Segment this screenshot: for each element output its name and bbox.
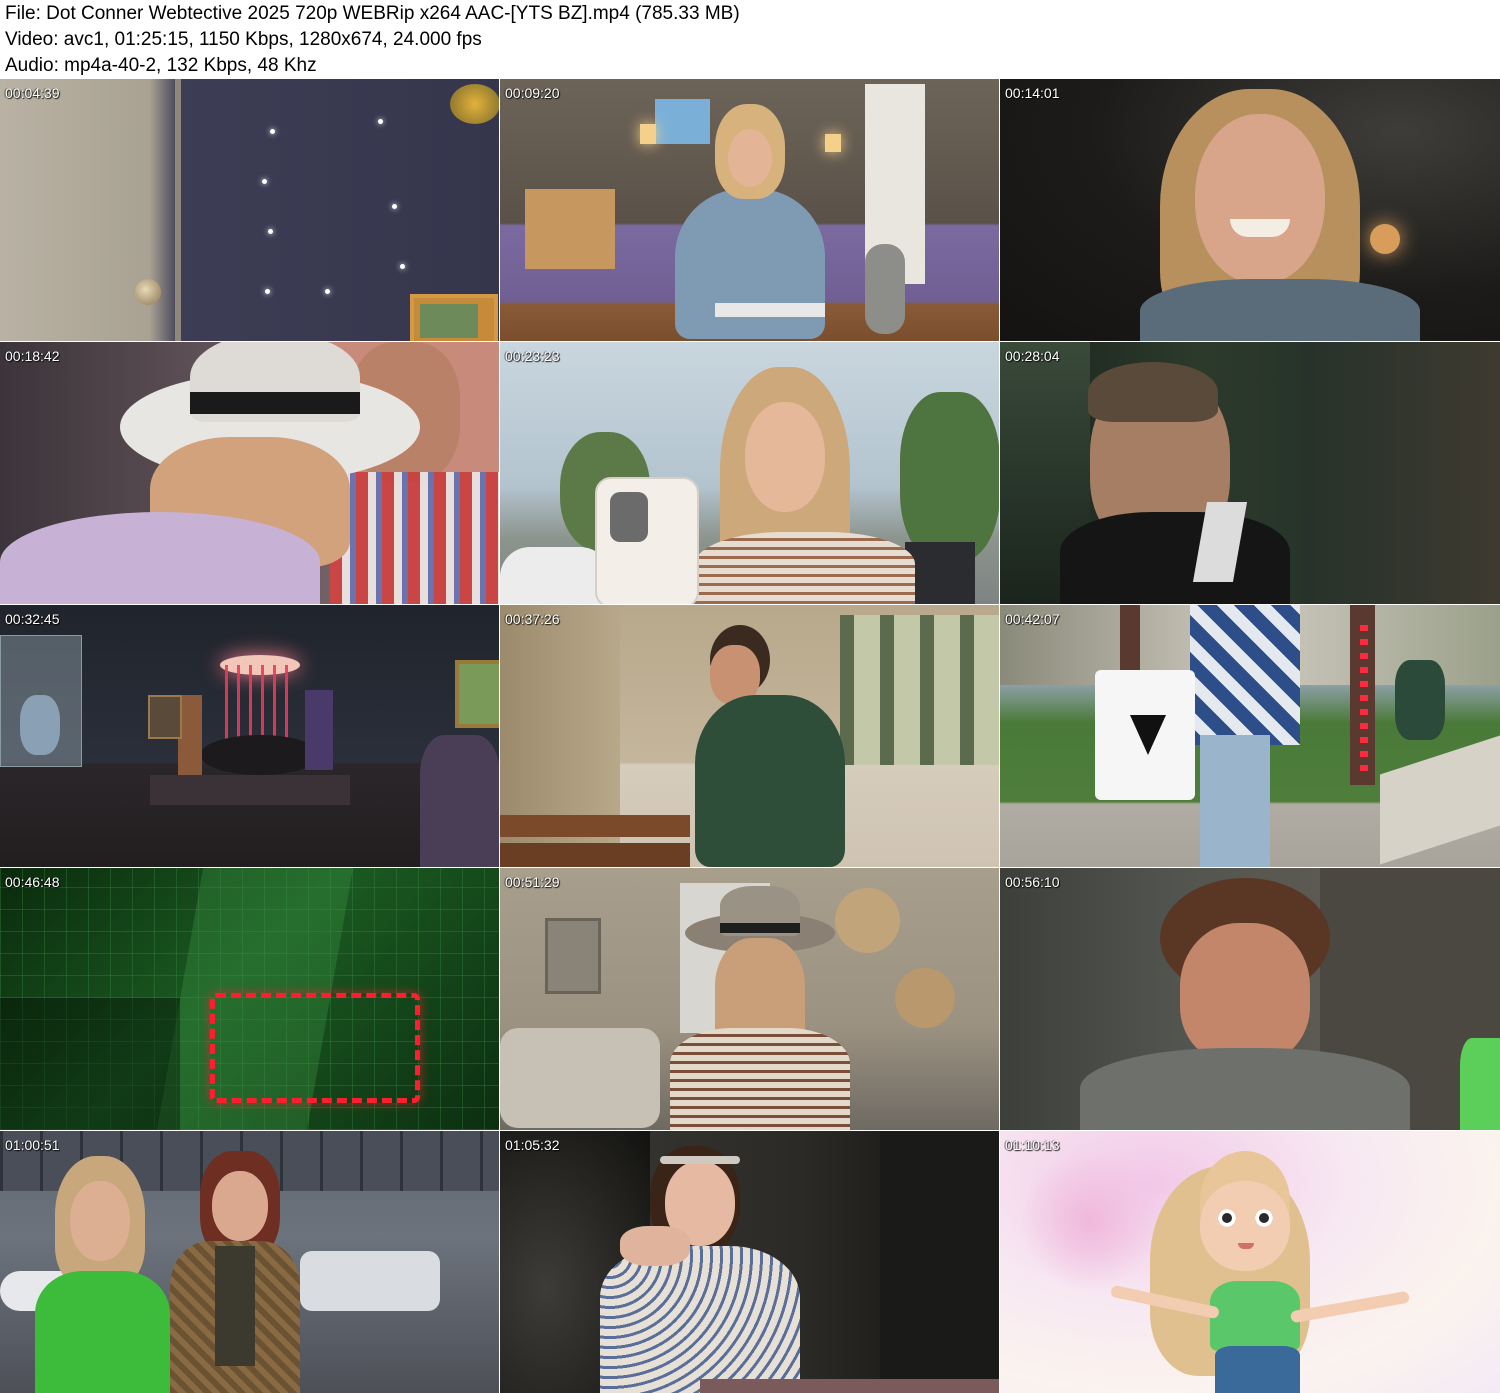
timestamp-label: 00:04:39	[5, 85, 60, 101]
timestamp-label: 01:00:51	[5, 1137, 60, 1153]
frame-image	[0, 79, 499, 341]
thumbnail-9: 00:42:07	[1000, 605, 1500, 867]
thumbnail-12: 00:56:10	[1000, 868, 1500, 1130]
timestamp-label: 01:05:32	[505, 1137, 560, 1153]
timestamp-label: 00:56:10	[1005, 874, 1060, 890]
frame-image	[500, 868, 999, 1130]
thumbnail-5: 00:23:23	[500, 342, 999, 604]
frame-image	[0, 868, 499, 1130]
thumbnail-15: 01:10:13	[1000, 1131, 1500, 1393]
frame-image	[0, 1131, 499, 1393]
frame-image	[500, 1131, 999, 1393]
thumbnail-6: 00:28:04	[1000, 342, 1500, 604]
frame-image	[0, 342, 499, 604]
frame-image	[500, 79, 999, 341]
timestamp-label: 00:09:20	[505, 85, 560, 101]
thumbnail-7: 00:32:45	[0, 605, 499, 867]
frame-image	[1000, 79, 1500, 341]
thumbnail-11: 00:51:29	[500, 868, 999, 1130]
thumbnail-3: 00:14:01	[1000, 79, 1500, 341]
thumbnail-14: 01:05:32	[500, 1131, 999, 1393]
timestamp-label: 00:42:07	[1005, 611, 1060, 627]
thumbnail-2: 00:09:20	[500, 79, 999, 341]
timestamp-label: 00:14:01	[1005, 85, 1060, 101]
frame-image	[1000, 1131, 1500, 1393]
frame-image	[1000, 605, 1500, 867]
thumbnail-8: 00:37:26	[500, 605, 999, 867]
thumbnail-1: 00:04:39	[0, 79, 499, 341]
thumbnail-grid: 00:04:39 00:09:20 00:14:01 00:18:42 00:2…	[0, 79, 1500, 1393]
contact-sheet: File: Dot Conner Webtective 2025 720p WE…	[0, 0, 1500, 1393]
timestamp-label: 00:28:04	[1005, 348, 1060, 364]
timestamp-label: 00:23:23	[505, 348, 560, 364]
frame-image	[0, 605, 499, 867]
video-info-line: Video: avc1, 01:25:15, 1150 Kbps, 1280x6…	[5, 29, 482, 50]
frame-image	[1000, 342, 1500, 604]
media-info-header: File: Dot Conner Webtective 2025 720p WE…	[0, 0, 1500, 78]
file-info-line: File: Dot Conner Webtective 2025 720p WE…	[5, 3, 740, 24]
timestamp-label: 00:18:42	[5, 348, 60, 364]
timestamp-label: 00:32:45	[5, 611, 60, 627]
timestamp-label: 00:46:48	[5, 874, 60, 890]
thumbnail-10: 00:46:48	[0, 868, 499, 1130]
timestamp-label: 00:51:29	[505, 874, 560, 890]
frame-image	[1000, 868, 1500, 1130]
timestamp-label: 01:10:13	[1005, 1137, 1060, 1153]
timestamp-label: 00:37:26	[505, 611, 560, 627]
frame-image	[500, 342, 999, 604]
frame-image	[500, 605, 999, 867]
audio-info-line: Audio: mp4a-40-2, 132 Kbps, 48 Khz	[5, 55, 317, 76]
thumbnail-13: 01:00:51	[0, 1131, 499, 1393]
thumbnail-4: 00:18:42	[0, 342, 499, 604]
